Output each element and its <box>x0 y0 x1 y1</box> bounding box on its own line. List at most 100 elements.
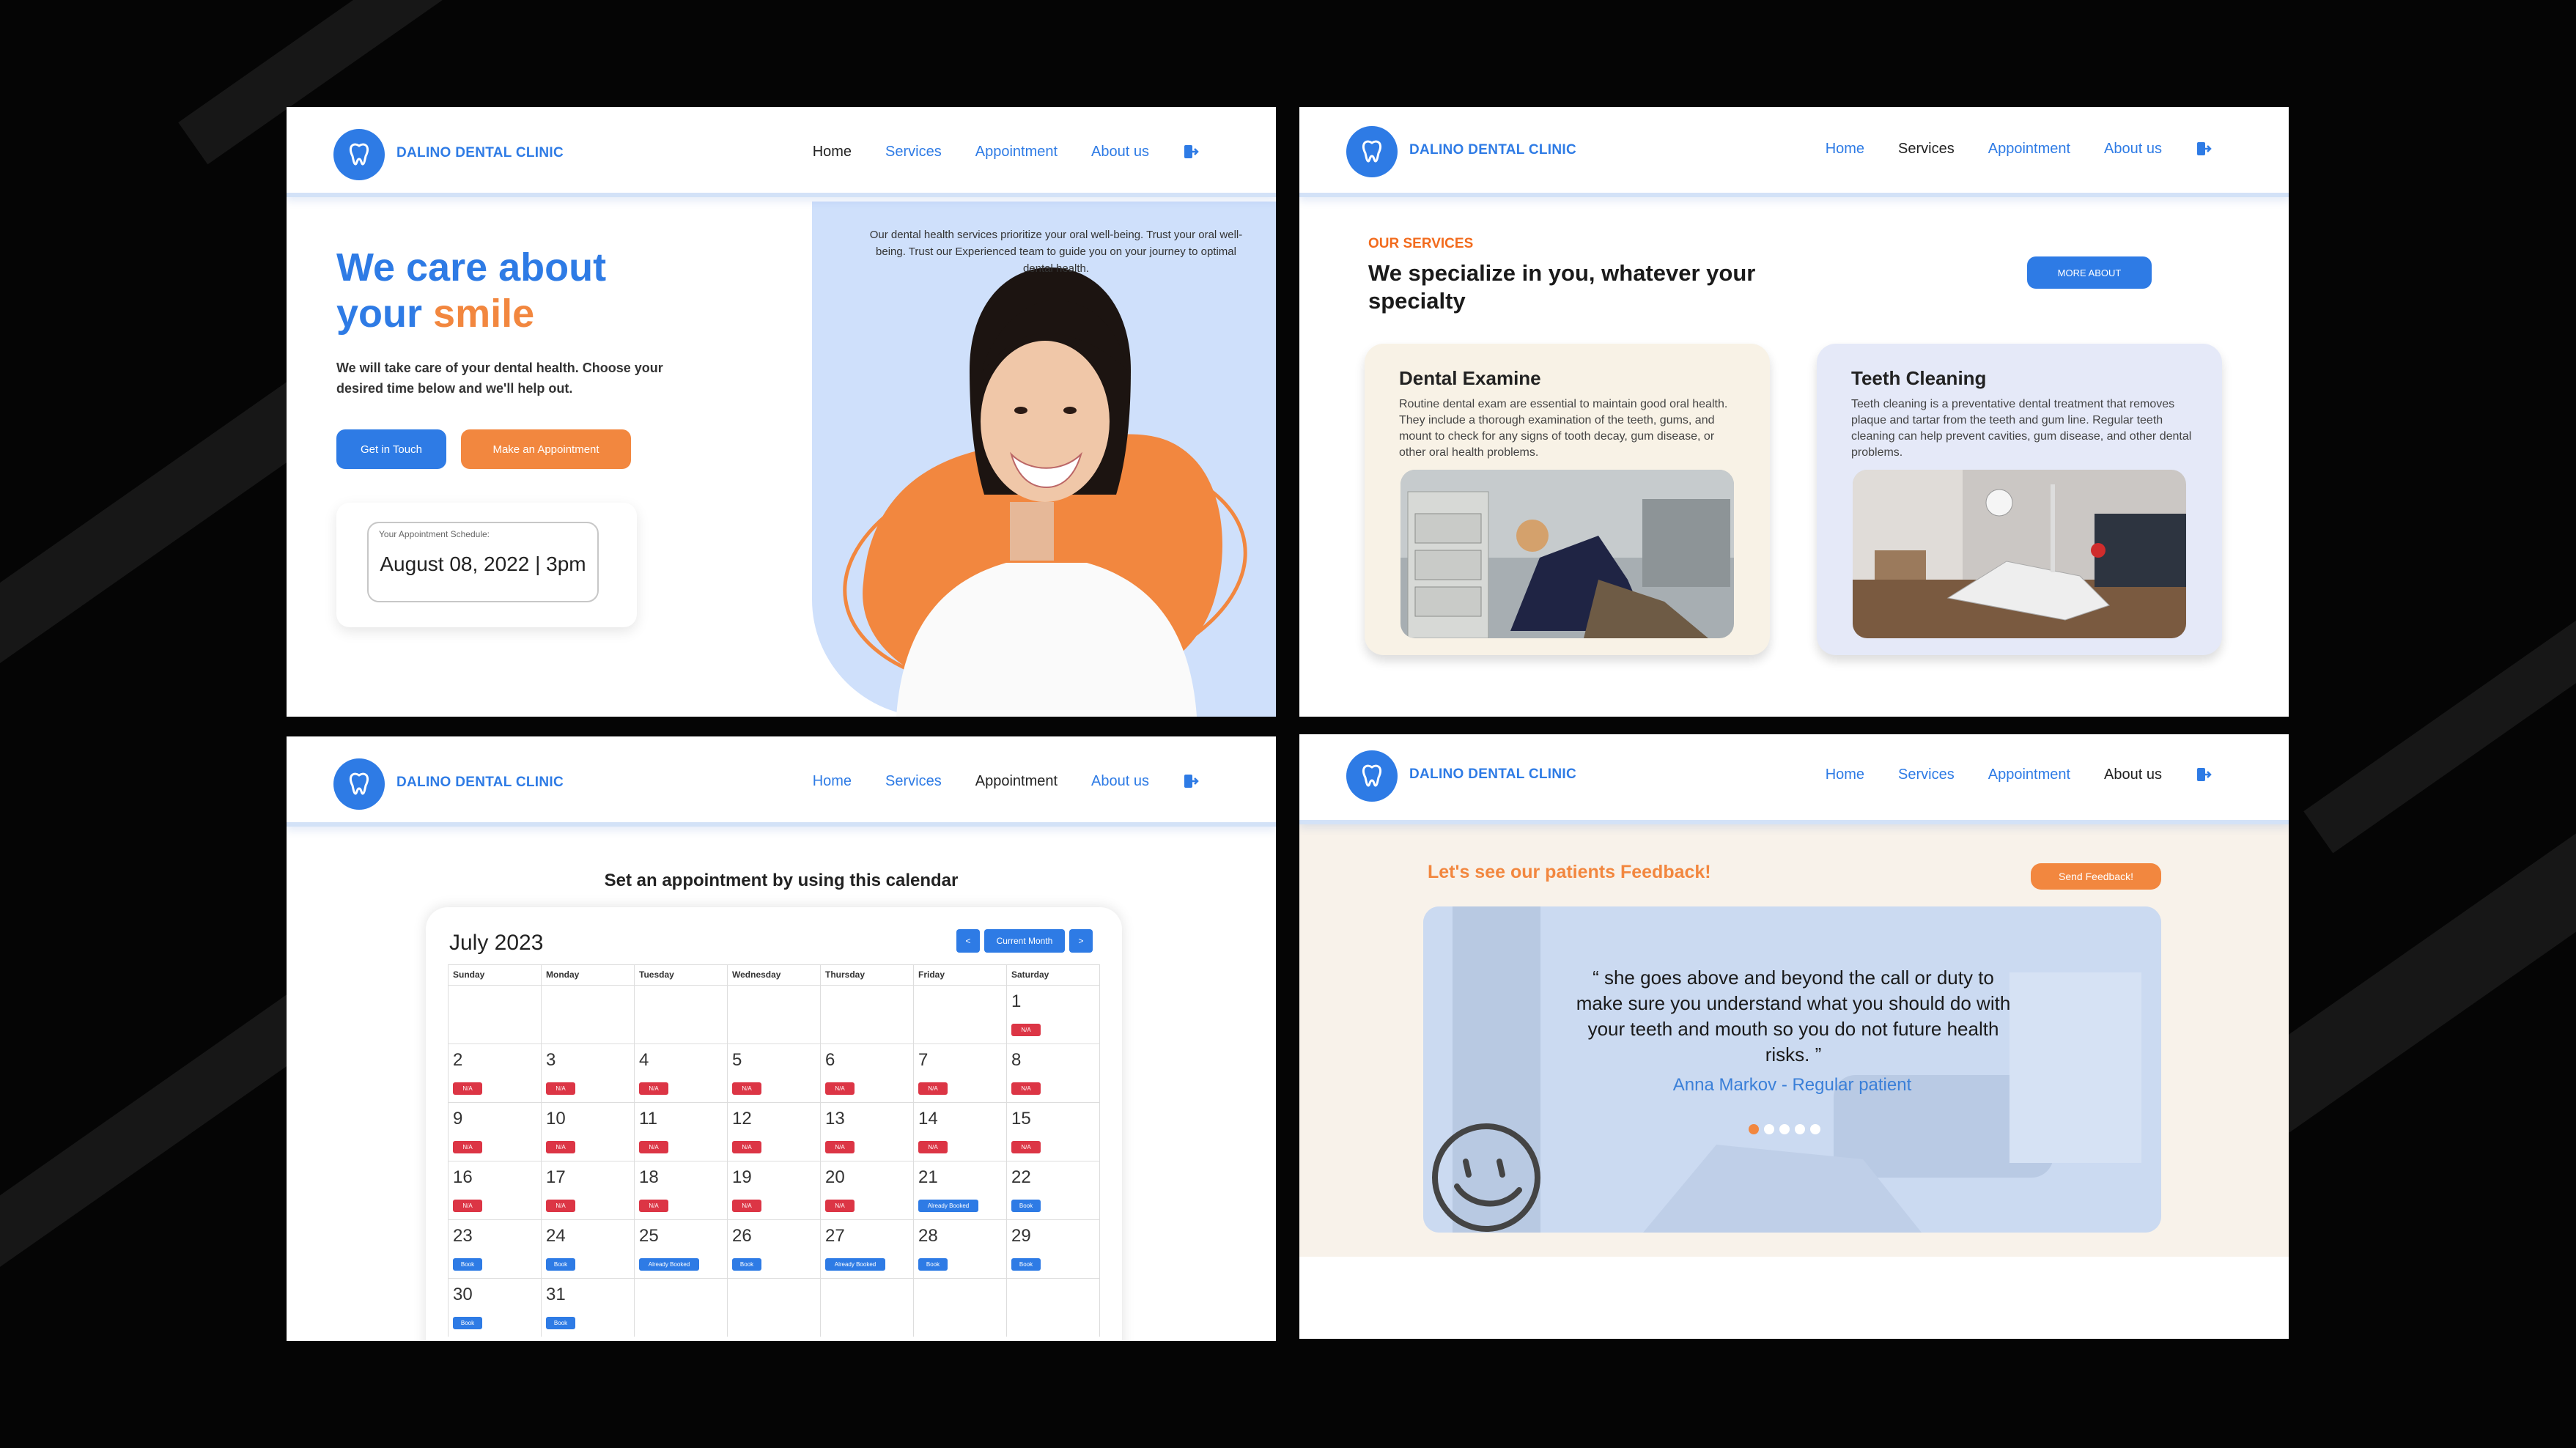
nav-appointment[interactable]: Appointment <box>1988 141 2070 158</box>
calendar-day[interactable]: 28 Book <box>914 1219 1007 1278</box>
calendar-day[interactable]: 1 N/A <box>1007 985 1100 1043</box>
calendar-day[interactable]: 20 N/A <box>821 1161 914 1219</box>
service-card-text: Teeth cleaning is a preventative dental … <box>1851 398 2192 459</box>
nav-services[interactable]: Services <box>1898 767 1955 783</box>
tooth-logo-icon[interactable] <box>1346 750 1398 802</box>
nav-home[interactable]: Home <box>813 773 852 790</box>
carousel-dot[interactable] <box>1749 1124 1759 1134</box>
book-button[interactable]: Book <box>546 1258 575 1271</box>
nav-about[interactable]: About us <box>1091 773 1149 790</box>
nav-about[interactable]: About us <box>1091 144 1149 160</box>
book-button[interactable]: Book <box>546 1317 575 1329</box>
carousel-dot[interactable] <box>1795 1124 1805 1134</box>
calendar-day[interactable]: 15 N/A <box>1007 1102 1100 1161</box>
nav-appointment[interactable]: Appointment <box>1988 767 2070 783</box>
brand-name[interactable]: DALINO DENTAL CLINIC <box>396 145 564 161</box>
nav-home[interactable]: Home <box>813 144 852 160</box>
book-button[interactable]: Book <box>453 1317 482 1329</box>
calendar-nav: < Current Month > <box>956 929 1093 953</box>
calendar-day[interactable]: 17 N/A <box>542 1161 635 1219</box>
send-feedback-button[interactable]: Send Feedback! <box>2031 863 2161 890</box>
hero-title-line2: your smile <box>336 291 606 337</box>
calendar-day <box>635 1278 728 1337</box>
nav-appointment[interactable]: Appointment <box>975 144 1058 160</box>
brand-name[interactable]: DALINO DENTAL CLINIC <box>1409 142 1576 158</box>
prev-month-button[interactable]: < <box>956 929 980 953</box>
calendar-day[interactable]: 11 N/A <box>635 1102 728 1161</box>
calendar-day[interactable]: 21 Already Booked <box>914 1161 1007 1219</box>
calendar-day-number: 9 <box>453 1109 463 1129</box>
nav-services[interactable]: Services <box>885 773 942 790</box>
calendar-day[interactable]: 19 N/A <box>728 1161 821 1219</box>
service-card[interactable]: Teeth Cleaning Teeth cleaning is a preve… <box>1817 344 2222 655</box>
next-month-button[interactable]: > <box>1069 929 1093 953</box>
testimonial-carousel: “ she goes above and beyond the call or … <box>1423 906 2161 1233</box>
not-available-badge: N/A <box>639 1200 668 1212</box>
calendar-day[interactable]: 24 Book <box>542 1219 635 1278</box>
more-about-button[interactable]: MORE ABOUT <box>2027 256 2152 289</box>
not-available-badge: N/A <box>453 1082 482 1095</box>
calendar-day[interactable]: 30 Book <box>449 1278 542 1337</box>
book-button[interactable]: Book <box>918 1258 948 1271</box>
logout-icon[interactable] <box>1183 144 1199 160</box>
calendar-day[interactable]: 2 N/A <box>449 1043 542 1102</box>
calendar-day[interactable]: 16 N/A <box>449 1161 542 1219</box>
calendar-day-number: 6 <box>825 1050 835 1070</box>
logout-icon[interactable] <box>2196 141 2212 157</box>
logout-icon[interactable] <box>2196 767 2212 783</box>
calendar-day[interactable]: 26 Book <box>728 1219 821 1278</box>
calendar-day[interactable]: 27 Already Booked <box>821 1219 914 1278</box>
calendar-day[interactable]: 8 N/A <box>1007 1043 1100 1102</box>
calendar-day[interactable]: 22 Book <box>1007 1161 1100 1219</box>
calendar-day[interactable]: 10 N/A <box>542 1102 635 1161</box>
get-in-touch-button[interactable]: Get in Touch <box>336 429 446 469</box>
calendar-day[interactable]: 25 Already Booked <box>635 1219 728 1278</box>
hero-image-area <box>812 202 1276 717</box>
nav-about[interactable]: About us <box>2104 767 2162 783</box>
calendar-day-number: 1 <box>1011 991 1022 1011</box>
carousel-dot[interactable] <box>1764 1124 1774 1134</box>
calendar-day[interactable]: 18 N/A <box>635 1161 728 1219</box>
nav-about[interactable]: About us <box>2104 141 2162 158</box>
calendar-day[interactable]: 5 N/A <box>728 1043 821 1102</box>
nav-appointment[interactable]: Appointment <box>975 773 1058 790</box>
calendar-day[interactable]: 12 N/A <box>728 1102 821 1161</box>
already-booked-badge: Already Booked <box>918 1200 978 1212</box>
calendar-day[interactable]: 7 N/A <box>914 1043 1007 1102</box>
calendar-day-number: 3 <box>546 1050 556 1070</box>
calendar-day[interactable]: 13 N/A <box>821 1102 914 1161</box>
service-card[interactable]: Dental Examine Routine dental exam are e… <box>1365 344 1770 655</box>
calendar-day[interactable]: 29 Book <box>1007 1219 1100 1278</box>
current-month-button[interactable]: Current Month <box>984 929 1065 953</box>
brand-name[interactable]: DALINO DENTAL CLINIC <box>1409 767 1576 783</box>
calendar-day[interactable]: 4 N/A <box>635 1043 728 1102</box>
calendar-day[interactable]: 23 Book <box>449 1219 542 1278</box>
calendar-day[interactable]: 6 N/A <box>821 1043 914 1102</box>
calendar-day-number: 29 <box>1011 1226 1031 1246</box>
nav-services[interactable]: Services <box>1898 141 1955 158</box>
nav-home[interactable]: Home <box>1826 767 1864 783</box>
brand-name[interactable]: DALINO DENTAL CLINIC <box>396 775 564 791</box>
book-button[interactable]: Book <box>732 1258 761 1271</box>
nav-services[interactable]: Services <box>885 144 942 160</box>
tooth-logo-icon[interactable] <box>333 129 385 180</box>
calendar-day[interactable]: 9 N/A <box>449 1102 542 1161</box>
book-button[interactable]: Book <box>453 1258 482 1271</box>
book-button[interactable]: Book <box>1011 1258 1041 1271</box>
book-button[interactable]: Book <box>1011 1200 1041 1212</box>
calendar-day-number: 30 <box>453 1285 473 1304</box>
tooth-logo-icon[interactable] <box>1346 126 1398 177</box>
dental-chair-photo <box>1400 470 1734 638</box>
tooth-logo-icon[interactable] <box>333 758 385 810</box>
home-page-panel: DALINO DENTAL CLINIC Home Services Appoi… <box>287 107 1276 717</box>
carousel-dot[interactable] <box>1779 1124 1790 1134</box>
calendar-day-number: 16 <box>453 1167 473 1187</box>
calendar-day[interactable]: 3 N/A <box>542 1043 635 1102</box>
nav-home[interactable]: Home <box>1826 141 1864 158</box>
logout-icon[interactable] <box>1183 773 1199 789</box>
carousel-dot[interactable] <box>1810 1124 1820 1134</box>
calendar-day[interactable]: 31 Book <box>542 1278 635 1337</box>
make-appointment-button[interactable]: Make an Appointment <box>461 429 631 469</box>
schedule-field[interactable]: Your Appointment Schedule: August 08, 20… <box>367 522 599 602</box>
calendar-day[interactable]: 14 N/A <box>914 1102 1007 1161</box>
